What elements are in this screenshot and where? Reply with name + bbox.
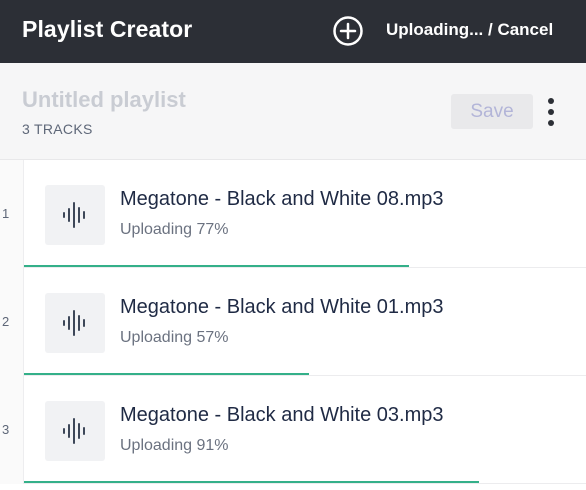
plus-circle-icon[interactable] — [332, 15, 364, 47]
track-row[interactable]: 1 Megatone - Black and White 08.mp3 Uplo… — [0, 160, 586, 268]
save-button[interactable]: Save — [451, 94, 533, 129]
playlist-name-input[interactable]: Untitled playlist — [22, 87, 186, 113]
track-upload-status: Uploading 57% — [120, 329, 229, 346]
audio-waveform-icon — [63, 418, 85, 444]
more-vertical-icon[interactable] — [544, 98, 558, 126]
app-title: Playlist Creator — [22, 16, 193, 42]
track-title: Megatone - Black and White 08.mp3 — [120, 188, 444, 210]
track-upload-status: Uploading 91% — [120, 437, 229, 454]
track-number: 1 — [2, 206, 10, 221]
upload-progress-bar — [24, 481, 479, 483]
track-thumbnail — [45, 401, 105, 461]
audio-waveform-icon — [63, 202, 85, 228]
track-row[interactable]: 3 Megatone - Black and White 03.mp3 Uplo… — [0, 376, 586, 484]
playlist-toolbar: Untitled playlist 3 TRACKS Save — [0, 63, 586, 160]
upload-progress-bar — [24, 373, 309, 375]
track-title: Megatone - Black and White 01.mp3 — [120, 296, 444, 318]
track-title: Megatone - Black and White 03.mp3 — [120, 404, 444, 426]
track-row[interactable]: 2 Megatone - Black and White 01.mp3 Uplo… — [0, 268, 586, 376]
track-gutter: 2 — [0, 268, 24, 376]
track-thumbnail — [45, 185, 105, 245]
track-list: 1 Megatone - Black and White 08.mp3 Uplo… — [0, 160, 586, 484]
track-count: 3 TRACKS — [22, 121, 93, 137]
track-gutter: 3 — [0, 376, 24, 484]
upload-status-cancel-link[interactable]: Uploading... / Cancel — [386, 20, 553, 40]
app-header: Playlist Creator Uploading... / Cancel — [0, 0, 586, 63]
track-gutter: 1 — [0, 160, 24, 268]
audio-waveform-icon — [63, 310, 85, 336]
upload-progress-bar — [24, 265, 409, 267]
track-number: 3 — [2, 422, 10, 437]
track-thumbnail — [45, 293, 105, 353]
track-upload-status: Uploading 77% — [120, 221, 229, 238]
track-number: 2 — [2, 314, 10, 329]
